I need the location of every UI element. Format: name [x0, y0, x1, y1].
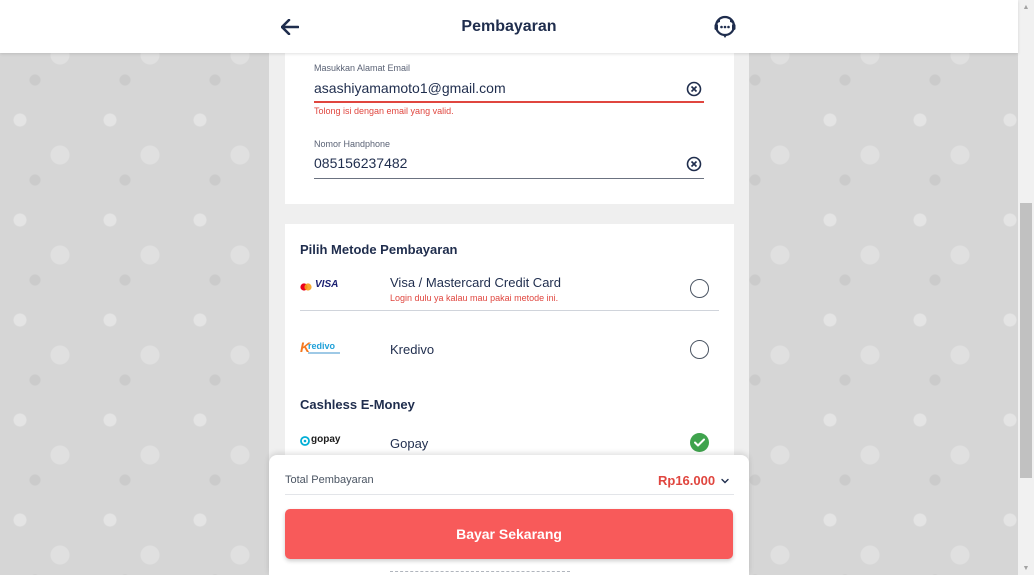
scroll-up-arrow[interactable]: ▲	[1018, 0, 1034, 14]
phone-label: Nomor Handphone	[314, 139, 391, 149]
scroll-down-arrow[interactable]: ▼	[1018, 561, 1034, 575]
kredivo-logo: K redivo	[300, 339, 344, 357]
credit-card-login-note: Login dulu ya kalau mau pakai metode ini…	[390, 293, 559, 303]
kredivo-tagline-bar	[308, 352, 340, 354]
kredivo-logo-text: redivo	[308, 341, 336, 351]
credit-card-radio[interactable]	[690, 279, 709, 298]
contact-card	[285, 53, 734, 204]
scrollbar-thumb[interactable]	[1020, 203, 1032, 478]
support-button[interactable]	[712, 14, 738, 40]
clear-circle-icon	[686, 81, 702, 97]
kredivo-radio[interactable]	[690, 340, 709, 359]
chevron-down-icon	[721, 478, 729, 484]
email-error-text: Tolong isi dengan email yang valid.	[314, 106, 454, 116]
phone-clear-button[interactable]	[686, 156, 702, 172]
gopay-logo-text: gopay	[311, 434, 341, 445]
summary-divider	[285, 494, 734, 495]
email-field[interactable]: asashiyamamoto1@gmail.com	[314, 80, 506, 96]
method-divider	[300, 310, 719, 311]
top-bar: Pembayaran	[0, 0, 1018, 53]
kredivo-method-name: Kredivo	[390, 342, 435, 357]
gopay-logo: gopay	[300, 434, 344, 447]
check-icon	[694, 438, 705, 447]
email-underline	[314, 101, 704, 103]
phone-underline	[314, 178, 704, 179]
total-payment-label: Total Pembayaran	[285, 474, 374, 486]
gopay-method-name: Gopay	[390, 436, 429, 451]
clear-circle-icon	[686, 156, 702, 172]
hidden-footer-text	[390, 571, 570, 574]
payment-section-title: Pilih Metode Pembayaran	[300, 242, 458, 257]
gopay-icon	[300, 436, 310, 446]
visa-mastercard-logo: VISA	[300, 279, 344, 292]
credit-card-method-name: Visa / Mastercard Credit Card	[390, 275, 561, 290]
total-details-toggle[interactable]	[719, 474, 731, 486]
pay-now-button[interactable]: Bayar Sekarang	[285, 509, 733, 559]
chat-support-icon	[714, 15, 736, 38]
email-label: Masukkan Alamat Email	[314, 63, 411, 73]
email-clear-button[interactable]	[686, 81, 702, 97]
payment-option-gopay[interactable]	[300, 425, 719, 457]
phone-field[interactable]: 085156237482	[314, 155, 407, 171]
payment-option-kredivo[interactable]	[300, 328, 719, 370]
page-title: Pembayaran	[461, 18, 557, 35]
total-payment-amount: Rp16.000	[658, 473, 716, 488]
visa-logo-text: VISA	[315, 279, 339, 290]
emoney-section-title: Cashless E-Money	[300, 397, 415, 412]
gopay-radio-selected[interactable]	[690, 433, 709, 452]
